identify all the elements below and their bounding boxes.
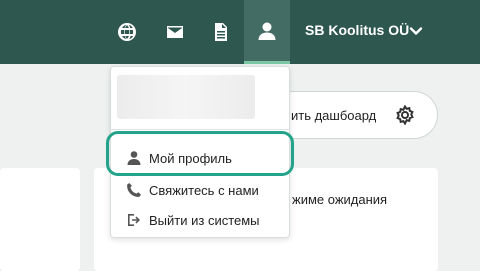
highlight-outline (106, 131, 294, 176)
redacted-user-name (117, 75, 255, 119)
user-menu-button[interactable] (244, 0, 290, 64)
edit-dashboard-button[interactable]: ить дашбоард (270, 91, 438, 139)
edit-dashboard-label: ить дашбоард (291, 108, 377, 123)
logout-icon (126, 212, 142, 228)
chevron-down-icon[interactable] (408, 23, 424, 39)
top-navigation-bar: SB Koolitus OÜ (0, 0, 480, 64)
phone-icon (126, 182, 142, 198)
menu-item-contact-us[interactable]: Свяжитесь с нами (111, 176, 289, 204)
menu-item-label: Свяжитесь с нами (149, 183, 259, 198)
document-icon[interactable] (201, 13, 241, 51)
globe-icon[interactable] (107, 13, 147, 51)
user-icon (258, 22, 276, 40)
company-name[interactable]: SB Koolitus OÜ (305, 22, 409, 38)
gear-icon (395, 104, 415, 126)
mail-icon[interactable] (155, 13, 195, 51)
dashboard-card (0, 168, 80, 271)
divider (111, 129, 289, 130)
menu-item-logout[interactable]: Выйти из системы (111, 206, 289, 234)
menu-item-label: Выйти из системы (149, 213, 260, 228)
card-status-text: жиме ожидания (292, 192, 388, 207)
